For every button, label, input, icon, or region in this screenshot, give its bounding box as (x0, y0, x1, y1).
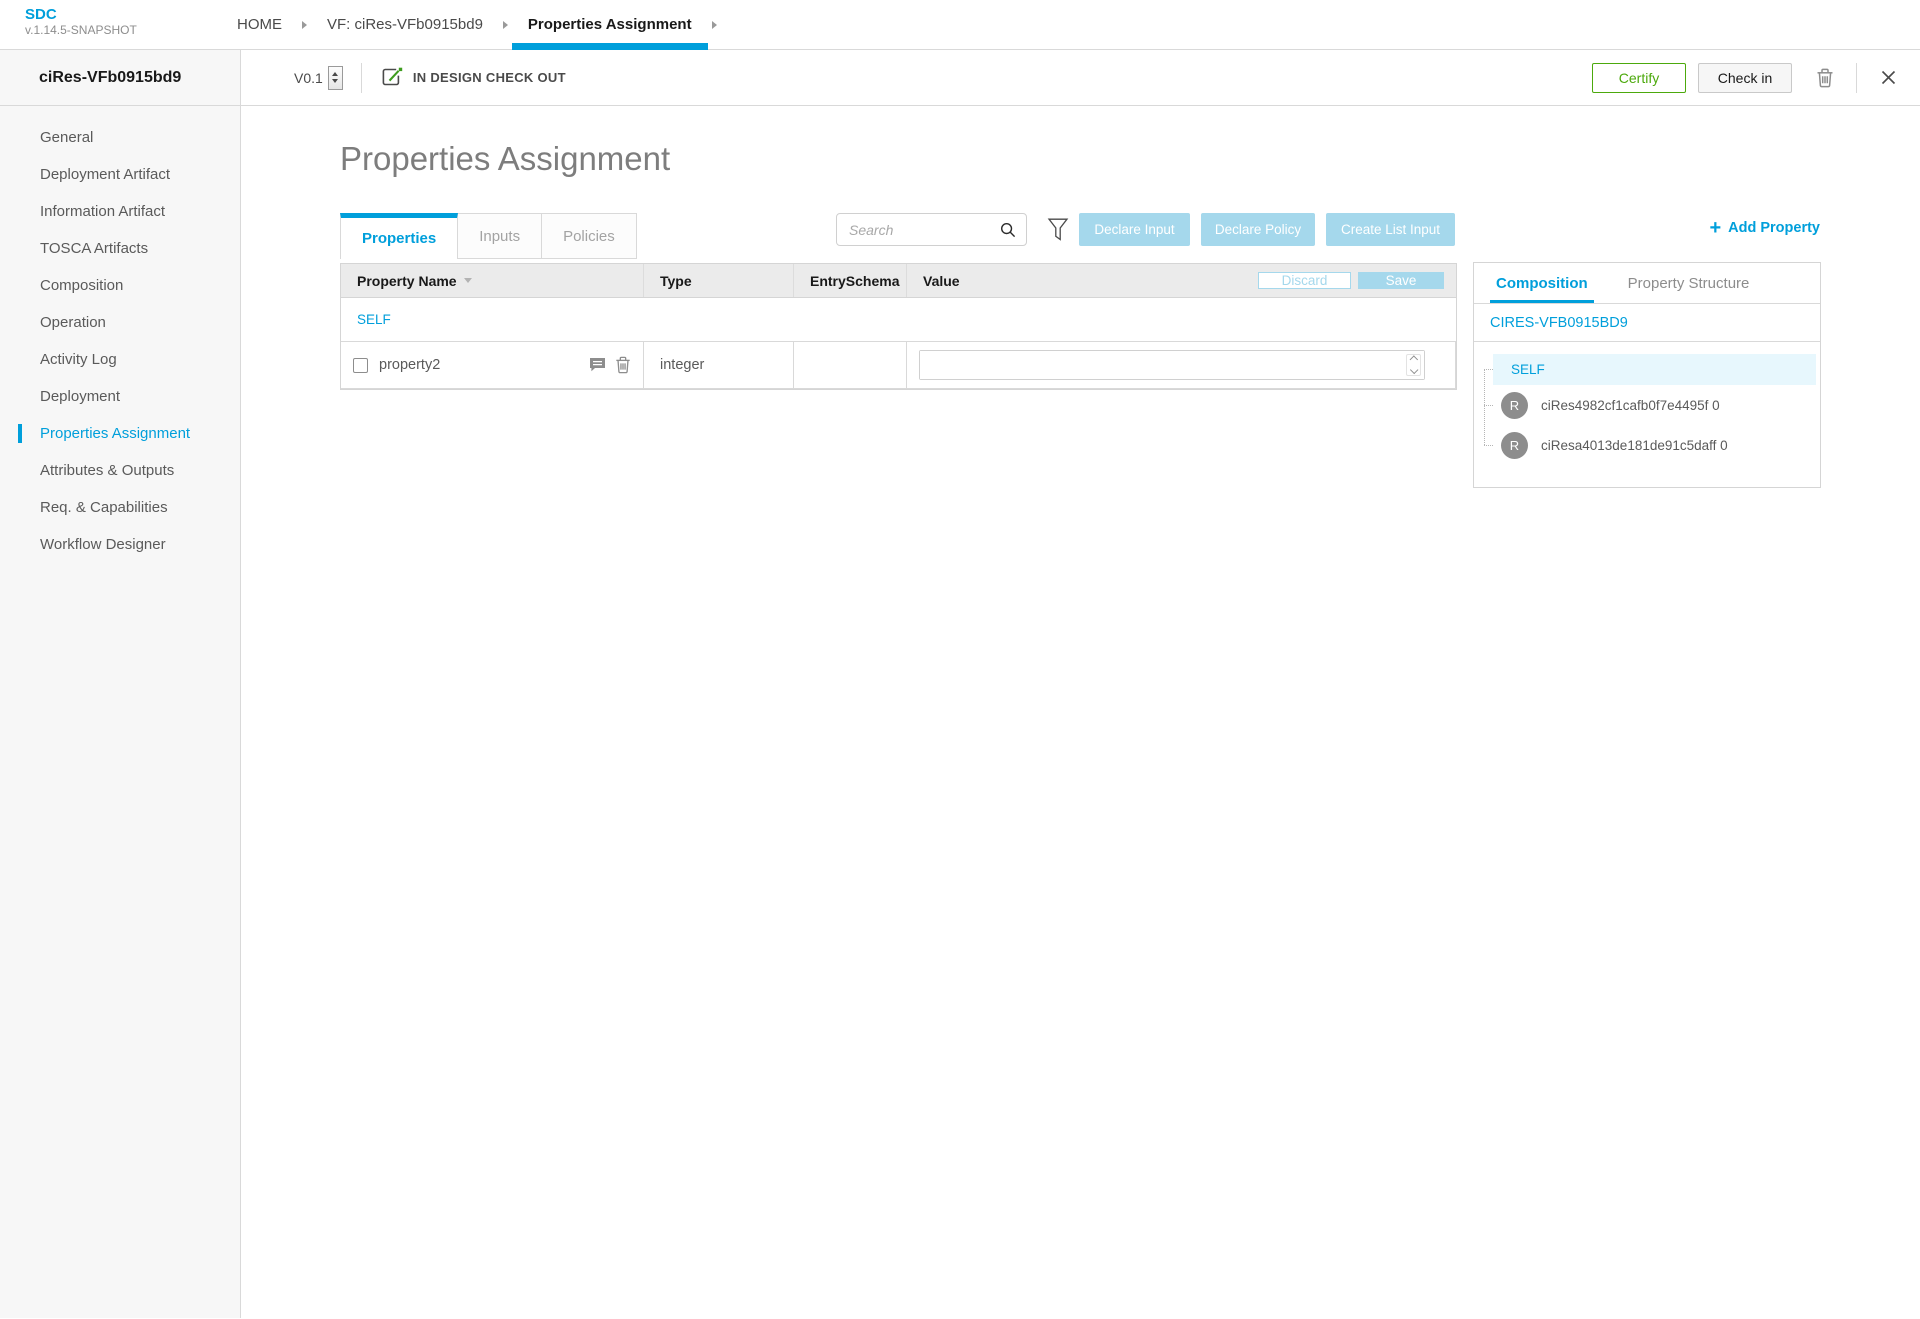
spinner-up-icon (332, 72, 339, 76)
hierarchy-root[interactable]: CIRES-VFB0915BD9 (1474, 304, 1820, 342)
declare-policy-button[interactable]: Declare Policy (1201, 213, 1315, 246)
tree-connector (1484, 405, 1493, 406)
sort-icon[interactable] (463, 278, 472, 283)
app-name: SDC (25, 6, 57, 23)
page-title: Properties Assignment (340, 140, 671, 177)
value-input-wrap (919, 350, 1425, 380)
breadcrumb-home[interactable]: HOME (217, 0, 302, 49)
hierarchy-panel: Composition Property Structure CIRES-VFB… (1473, 262, 1821, 488)
tab-property-structure[interactable]: Property Structure (1622, 263, 1756, 303)
entity-name: ciRes-VFb0915bd9 (0, 50, 241, 105)
workspace-toolbar: ciRes-VFb0915bd9 V0.1 IN DESIGN CHECK OU… (0, 50, 1920, 106)
design-checkout-icon (380, 66, 403, 89)
property-tabs: Properties Inputs Policies (340, 213, 637, 259)
add-property-label: Add Property (1728, 220, 1820, 236)
sidebar-item-attributes-outputs[interactable]: Attributes & Outputs (0, 452, 240, 489)
sidebar-item-operation[interactable]: Operation (0, 304, 240, 341)
tree-item[interactable]: R ciResa4013de181de91c5daff 0 (1501, 425, 1820, 465)
discard-button[interactable]: Discard (1258, 272, 1351, 289)
column-property-name: Property Name (341, 264, 644, 297)
property-type-cell: integer (644, 342, 794, 388)
delete-property-icon[interactable] (615, 356, 631, 374)
column-type: Type (644, 264, 794, 297)
check-in-button[interactable]: Check in (1698, 62, 1792, 93)
save-button[interactable]: Save (1358, 272, 1444, 289)
table-header-actions: Discard Save (1258, 272, 1456, 289)
status-text: IN DESIGN CHECK OUT (412, 70, 566, 85)
breadcrumb-current[interactable]: Properties Assignment (508, 0, 712, 50)
column-value: Value Discard Save (907, 264, 1456, 297)
tree-connector (1484, 445, 1493, 446)
sidebar-item-activity-log[interactable]: Activity Log (0, 341, 240, 378)
sidebar-item-tosca-artifacts[interactable]: TOSCA Artifacts (0, 230, 240, 267)
toolbar-divider (1856, 62, 1857, 93)
main-content: Properties Assignment Properties Inputs … (241, 106, 1920, 1318)
property-name-cell: property2 (341, 342, 644, 388)
filter-icon[interactable] (1047, 217, 1069, 243)
tree-item-label: ciResa4013de181de91c5daff 0 (1541, 437, 1728, 453)
resource-avatar: R (1501, 431, 1528, 459)
tab-properties[interactable]: Properties (340, 213, 459, 259)
sidebar-item-req-capabilities[interactable]: Req. & Capabilities (0, 489, 240, 526)
tree-item-self[interactable]: SELF (1493, 354, 1816, 385)
sidebar: General Deployment Artifact Information … (0, 106, 241, 1318)
table-row: property2 integer (341, 342, 1456, 389)
delete-icon[interactable] (1816, 68, 1834, 88)
breadcrumb: HOME VF: ciRes-VFb0915bd9 Properties Ass… (217, 0, 717, 50)
table-header: Property Name Type EntrySchema Value Dis… (341, 264, 1456, 298)
tab-composition[interactable]: Composition (1490, 263, 1594, 303)
number-spinner[interactable] (1406, 354, 1421, 376)
sidebar-item-properties-assignment[interactable]: Properties Assignment (0, 415, 240, 452)
row-checkbox[interactable] (353, 357, 368, 373)
property-name: property2 (379, 357, 441, 373)
app-version: v.1.14.5-SNAPSHOT (25, 23, 137, 37)
chevron-right-icon (711, 20, 717, 29)
sidebar-item-general[interactable]: General (0, 119, 240, 156)
breadcrumb-vf[interactable]: VF: ciRes-VFb0915bd9 (307, 0, 503, 49)
version-selector[interactable]: V0.1 (294, 65, 343, 90)
comment-icon[interactable] (589, 357, 606, 373)
search-box (836, 213, 1027, 246)
version-spinner-icon[interactable] (327, 65, 343, 90)
table-group-self: SELF (341, 298, 1456, 342)
value-input[interactable] (920, 351, 1424, 379)
tab-inputs[interactable]: Inputs (458, 213, 543, 259)
resource-avatar: R (1501, 391, 1528, 419)
sidebar-item-information-artifact[interactable]: Information Artifact (0, 193, 240, 230)
top-nav: SDC v.1.14.5-SNAPSHOT HOME VF: ciRes-VFb… (0, 0, 1920, 50)
column-entry-schema: EntrySchema (794, 264, 907, 297)
plus-icon: + (1709, 217, 1722, 239)
tab-policies[interactable]: Policies (542, 213, 637, 259)
certify-button[interactable]: Certify (1592, 62, 1686, 93)
tree-connector (1484, 369, 1493, 370)
spinner-down-icon (1409, 365, 1418, 374)
tree-connector (1484, 369, 1485, 445)
properties-table: Property Name Type EntrySchema Value Dis… (340, 263, 1457, 390)
search-icon[interactable] (1000, 222, 1016, 238)
toolbar-divider (360, 62, 362, 93)
create-list-input-button[interactable]: Create List Input (1326, 213, 1455, 246)
spinner-up-icon (1409, 355, 1418, 364)
sidebar-item-deployment-artifact[interactable]: Deployment Artifact (0, 156, 240, 193)
value-cell (907, 342, 1456, 388)
version-label: V0.1 (294, 69, 323, 86)
sidebar-item-workflow-designer[interactable]: Workflow Designer (0, 526, 240, 563)
search-input[interactable] (837, 221, 1000, 238)
declare-actions: Declare Input Declare Policy Create List… (1079, 213, 1455, 246)
lifecycle-status: IN DESIGN CHECK OUT (380, 66, 566, 89)
close-icon[interactable] (1881, 70, 1896, 85)
add-property-button[interactable]: + Add Property (1709, 218, 1820, 238)
tree-item-label: ciRes4982cf1cafb0f7e4495f 0 (1541, 397, 1720, 413)
tree-item[interactable]: R ciRes4982cf1cafb0f7e4495f 0 (1501, 385, 1820, 425)
sdc-logo: SDC v.1.14.5-SNAPSHOT (0, 0, 217, 49)
spinner-down-icon (332, 79, 339, 83)
composition-tree: SELF R ciRes4982cf1cafb0f7e4495f 0 R ciR… (1474, 342, 1820, 465)
sidebar-item-composition[interactable]: Composition (0, 267, 240, 304)
hierarchy-tabs: Composition Property Structure (1474, 263, 1820, 304)
declare-input-button[interactable]: Declare Input (1079, 213, 1190, 246)
entry-schema-cell (794, 342, 907, 388)
sidebar-item-deployment[interactable]: Deployment (0, 378, 240, 415)
